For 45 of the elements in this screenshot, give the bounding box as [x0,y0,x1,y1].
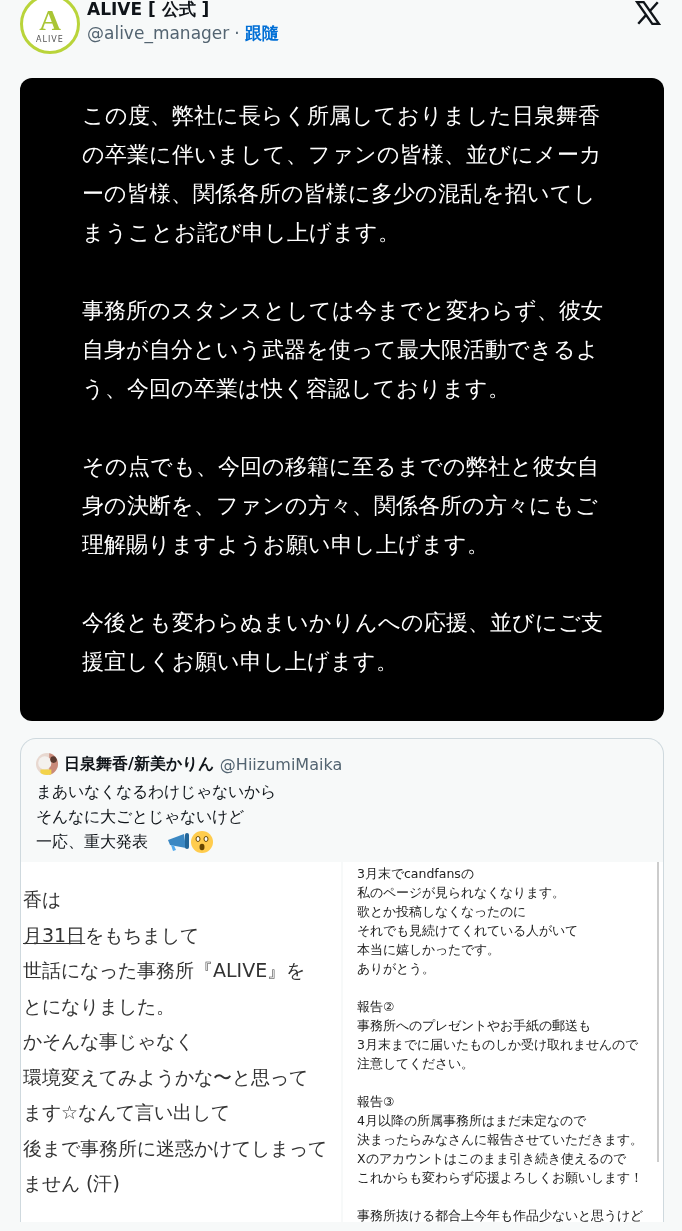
note-screenshot[interactable] [343,862,663,1222]
note-text-line: 本当に嬉しかったです。 [357,941,501,959]
note-screenshot[interactable]: 香は 月31日 をもちまして 世話になった事務所『ALIVE』を とになりました。 かそんな事じゃなく 環境変えてみようかな〜と思って ます☆なんて言い出して 後まで事務所に迷惑かけてしまって ません (汗) [21,862,341,1222]
quoted-text-line: そんなに大ごとじゃないけど [36,806,244,828]
quoted-post[interactable] [20,738,664,1222]
note-text-line: ありがとう。 [357,960,436,978]
quoted-text-line: まあいなくなるわけじゃないから [36,781,276,803]
note-text-line: これからも変わらず応援よろしくお願いします！ [357,1169,644,1187]
note-text-line: 3月末までに届いたものしか受け取れませんので [357,1036,639,1054]
note-text-line: 報告② [357,998,396,1016]
account-handle: @alive_manager [87,22,230,46]
note-text-line: 報告③ [357,1093,396,1111]
account-name[interactable]: ALIVE [ 公式 ] [87,0,279,20]
follow-link[interactable]: 跟隨 [244,20,279,46]
separator: · [234,22,240,45]
megaphone-icon [166,831,190,852]
note-text-line: ません (汗) [23,1171,121,1196]
surprised-face-icon [190,829,214,854]
note-text-line: 月31日 をもちまして [23,922,201,948]
quoted-text-line: 一応、重大発表 [36,831,148,853]
note-text-line: ます☆なんて言い出して [23,1100,232,1125]
note-text-line: 香は [23,887,62,912]
statement-paragraph: その点でも、今回の移籍に至るまでの弊社と彼女自 身の決断を、ファンの方々、関係各所の方々にもご 理解賜りますようお願い申し上げます。 [82,453,600,559]
note-text-line: 世話になった事務所『ALIVE』を [23,958,307,983]
x-logo-icon[interactable] [634,0,662,26]
note-text-line: それでも見続けてくれている人がいて [357,922,579,940]
note-text-line: 後まで事務所に迷惑かけてしまって [23,1135,328,1161]
note-text-line: 注意してください。 [357,1055,475,1073]
note-text-line: とになりました。 [23,993,176,1019]
statement-paragraph: 今後とも変わらぬまいかりんへの応援、並びにご支 援宜しくお願い申し上げます。 [82,609,604,676]
quoted-author-handle: @HiizumiMaika [219,754,343,774]
note-text-line: 環境変えてみようかな〜と思って [23,1064,309,1090]
note-text-line: 歌とか投稿しなくなったのに [357,903,527,921]
note-text-line: 3月末でcandfansの [357,865,475,883]
statement-paragraph: 事務所のスタンスとしては今までと変わらず、彼女 自身が自分という武器を使って最大限活動できるよ う、今回の卒業は快く容認しております。 [82,297,604,403]
statement-paragraph: この度、弊社に長らく所属しておりました日泉舞香 の卒業に伴いまして、ファンの皆様、並びにメーカ ーの皆様、関係各所の皆様に多少の混乱を招いてし まうことお詫び申し上げます。 [82,102,603,247]
note-text-line: 決まったらみなさんに報告させていただきます。 [357,1131,644,1149]
note-text-line: かそんな事じゃなく [23,1029,195,1054]
quoted-author-name: 日泉舞香/新美かりん [64,753,214,775]
note-text-line: 事務所へのプレゼントやお手紙の郵送も [357,1017,592,1035]
note-text-line: 4月以降の所属事務所はまだ未定なので [357,1112,587,1130]
note-text-line: Xのアカウントはこのまま引き続き使えるので [357,1150,627,1168]
logo: A ALIVE [20,0,80,54]
note-text-line: 私のページが見られなくなります。 [357,884,566,902]
note-text-line: 事務所抜ける都合上今年も作品少ないと思うけど [357,1207,644,1222]
